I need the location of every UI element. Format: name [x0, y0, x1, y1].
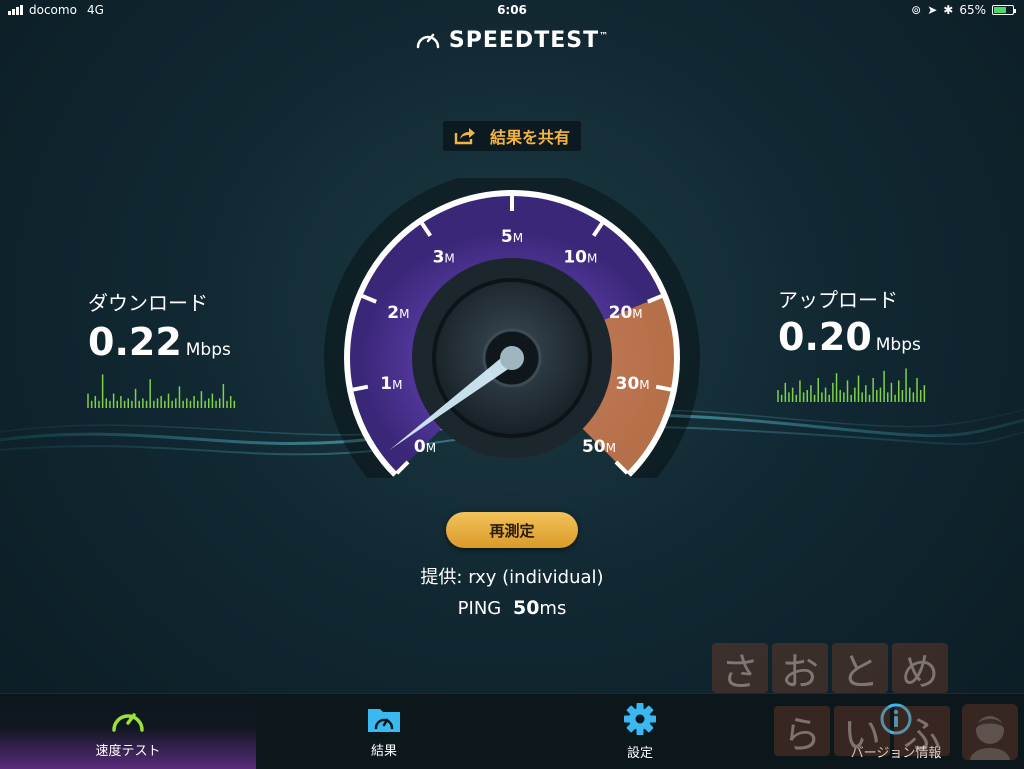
share-icon: [454, 128, 475, 145]
provider-prefix: 提供:: [420, 567, 469, 588]
status-right: ⊚ ➤ ✱ 65%: [911, 3, 1016, 17]
ping-readout: PING 50ms: [0, 597, 1024, 619]
share-results-button[interactable]: 結果を共有: [443, 121, 581, 151]
watermark-char: お: [772, 643, 828, 694]
tab-label: 設定: [626, 746, 653, 761]
trademark: ™: [599, 31, 610, 42]
gear-icon: [624, 703, 656, 735]
watermark-char: め: [892, 643, 948, 694]
upload-label: アップロード: [778, 288, 898, 312]
watermark-char: ふ: [894, 706, 950, 757]
speedtest-logo-icon: [416, 33, 440, 49]
server-provider: 提供: rxy (individual): [0, 563, 1024, 589]
tab-results[interactable]: 結果: [256, 694, 512, 769]
watermark-char: い: [834, 706, 890, 757]
download-speed: 0.22 Mbps: [88, 320, 231, 364]
download-value: 0.22: [88, 320, 182, 364]
provider-name: rxy (individual): [468, 567, 604, 588]
ping-unit: ms: [539, 598, 567, 619]
watermark-row-1: さ お と め: [712, 643, 948, 694]
battery-icon: [992, 5, 1016, 15]
tab-label: 速度テスト: [95, 744, 161, 759]
bluetooth-icon: ✱: [943, 3, 954, 17]
rotation-lock-icon: ⊚: [911, 3, 922, 17]
gauge-needle-pivot: [500, 346, 524, 370]
app-logo: SPEEDTEST™: [0, 28, 1024, 53]
tab-speed-test[interactable]: 速度テスト: [0, 694, 256, 769]
tab-label: 結果: [370, 744, 397, 759]
watermark-row-2: ら い ふ: [774, 706, 950, 757]
gauge-tick-label: 0M: [414, 437, 436, 457]
results-folder-icon: [368, 709, 400, 732]
watermark-avatar: [962, 704, 1018, 760]
share-label: 結果を共有: [489, 128, 570, 147]
upload-value: 0.20: [778, 315, 872, 359]
speedometer-icon: [112, 713, 144, 732]
watermark-char: さ: [712, 643, 768, 694]
speed-gauge: 0M1M2M3M5M10M20M30M50M: [324, 178, 700, 478]
retest-label: 再測定: [489, 521, 535, 540]
download-label: ダウンロード: [88, 291, 208, 315]
avatar-face-icon: [970, 716, 1010, 760]
download-unit: Mbps: [185, 340, 231, 360]
location-icon: ➤: [927, 3, 938, 17]
ping-value: 50: [512, 597, 540, 619]
battery-percent: 65%: [959, 3, 986, 17]
status-bar: docomo 4G 6:06 ⊚ ➤ ✱ 65%: [0, 0, 1024, 22]
watermark-char: と: [832, 643, 888, 694]
ping-label: PING: [457, 598, 502, 619]
upload-unit: Mbps: [875, 335, 921, 355]
clock: 6:06: [497, 3, 527, 17]
watermark-char: ら: [774, 706, 830, 757]
tab-settings[interactable]: 設定: [512, 694, 768, 769]
retest-button[interactable]: 再測定: [446, 512, 578, 548]
app-title: SPEEDTEST: [448, 28, 600, 53]
upload-speed: 0.20 Mbps: [778, 315, 921, 359]
